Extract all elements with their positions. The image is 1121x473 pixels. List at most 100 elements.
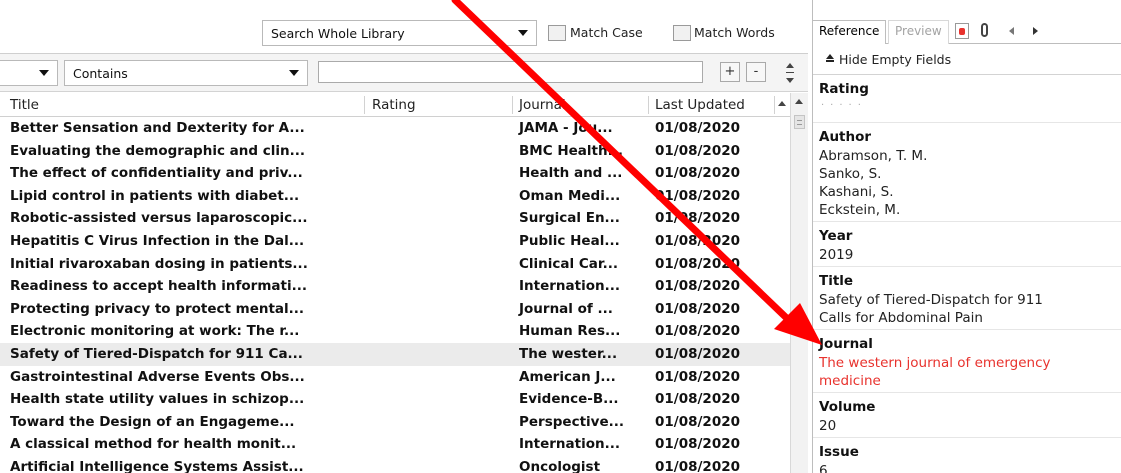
table-row[interactable]: Better Sensation and Dexterity for A... J… [0, 117, 790, 140]
row-journal: JAMA - Jou... [519, 120, 613, 136]
row-journal: The wester... [519, 345, 618, 362]
row-journal: Human Res... [519, 323, 621, 340]
row-title: A classical method for health monit... [10, 436, 297, 453]
row-title: Better Sensation and Dexterity for A... [10, 120, 305, 136]
chevron-right-icon[interactable] [1033, 27, 1038, 35]
column-header-last-updated[interactable]: Last Updated [655, 97, 745, 113]
row-last-updated: 01/08/2020 [655, 120, 741, 136]
row-title: Health state utility values in schizop..… [10, 391, 305, 408]
chevron-down-icon [289, 70, 299, 76]
search-criteria-row: Contains + - [0, 54, 808, 92]
row-journal: Internation... [519, 278, 620, 295]
field-dropdown[interactable] [0, 60, 58, 86]
scroll-up-icon[interactable] [795, 99, 803, 104]
row-journal: Health and ... [519, 165, 623, 182]
row-last-updated: 01/08/2020 [655, 232, 741, 249]
hide-empty-fields-label: Hide Empty Fields [839, 52, 952, 67]
row-last-updated: 01/08/2020 [655, 368, 741, 385]
author-value[interactable]: Eckstein, M. [813, 201, 1121, 219]
journal-value-line[interactable]: medicine [813, 372, 1121, 390]
column-header-title[interactable]: Title [10, 97, 39, 113]
row-title: Protecting privacy to protect mental... [10, 300, 305, 317]
journal-label: Journal [819, 336, 873, 352]
table-body: Better Sensation and Dexterity for A... J… [0, 117, 790, 473]
match-words-label: Match Words [694, 25, 775, 40]
year-value[interactable]: 2019 [813, 246, 1121, 264]
collapse-up-icon [826, 54, 834, 62]
table-row[interactable]: Electronic monitoring at work: The r... H… [0, 320, 790, 343]
criteria-scroll-icon[interactable] [784, 60, 796, 86]
match-case-label: Match Case [570, 25, 643, 40]
table-row[interactable]: Hepatitis C Virus Infection in the Dal..… [0, 230, 790, 253]
table-row[interactable]: Robotic-assisted versus laparoscopic... S… [0, 207, 790, 230]
issue-label: Issue [819, 444, 859, 460]
table-row[interactable]: Gastrointestinal Adverse Events Obs... Am… [0, 366, 790, 389]
rating-stars[interactable]: ····· [813, 99, 1121, 117]
row-title: Electronic monitoring at work: The r... [10, 323, 300, 340]
row-last-updated: 01/08/2020 [655, 300, 741, 317]
add-criteria-button[interactable]: + [720, 62, 740, 82]
row-title: Safety of Tiered-Dispatch for 911 Ca... [10, 345, 303, 362]
row-title: Evaluating the demographic and clin... [10, 142, 305, 159]
row-journal: Clinical Car... [519, 255, 618, 272]
table-row[interactable]: Toward the Design of an Engageme... Persp… [0, 411, 790, 434]
year-label: Year [819, 228, 853, 244]
table-row[interactable]: Safety of Tiered-Dispatch for 911 Ca... T… [0, 342, 790, 366]
column-header-rating[interactable]: Rating [372, 97, 416, 113]
table-row[interactable]: Readiness to accept health informati... I… [0, 275, 790, 298]
journal-value-line[interactable]: The western journal of emergency [813, 354, 1121, 372]
chevron-down-icon [39, 70, 49, 76]
row-title: Readiness to accept health informati... [10, 278, 307, 295]
row-journal: Perspective... [519, 413, 624, 430]
match-words-checkbox[interactable] [673, 25, 691, 41]
issue-value[interactable]: 6 [813, 462, 1121, 473]
paperclip-icon[interactable] [981, 23, 988, 37]
chevron-left-icon[interactable] [1009, 27, 1014, 35]
row-last-updated: 01/08/2020 [655, 165, 741, 182]
table-row[interactable]: Artificial Intelligence Systems Assist..… [0, 456, 790, 473]
match-case-checkbox[interactable] [548, 25, 566, 41]
table-row[interactable]: Lipid control in patients with diabet...… [0, 185, 790, 208]
row-last-updated: 01/08/2020 [655, 210, 741, 227]
row-last-updated: 01/08/2020 [655, 323, 741, 340]
table-row[interactable]: Evaluating the demographic and clin... BM… [0, 140, 790, 163]
row-last-updated: 01/08/2020 [655, 413, 741, 430]
title-label: Title [819, 273, 854, 289]
table-row[interactable]: A classical method for health monit... In… [0, 433, 790, 456]
row-title: Gastrointestinal Adverse Events Obs... [10, 368, 305, 385]
author-value[interactable]: Kashani, S. [813, 183, 1121, 201]
remove-criteria-button[interactable]: - [746, 62, 766, 82]
scroll-thumb[interactable] [794, 115, 805, 129]
operator-dropdown[interactable]: Contains [64, 60, 308, 86]
pdf-icon[interactable] [955, 23, 969, 39]
table-scrollbar[interactable] [790, 93, 808, 473]
reference-fields: Rating ····· Author Abramson, T. M. Sank… [813, 74, 1121, 473]
row-last-updated: 01/08/2020 [655, 255, 741, 272]
title-value-line[interactable]: Safety of Tiered-Dispatch for 911 [813, 291, 1121, 309]
table-row[interactable]: Initial rivaroxaban dosing in patients..… [0, 253, 790, 276]
search-toolbar: Search Whole Library Match Case Match Wo… [0, 10, 808, 54]
title-value-line[interactable]: Calls for Abdominal Pain [813, 309, 1121, 327]
tab-reference[interactable]: Reference [813, 20, 887, 44]
table-row[interactable]: Health state utility values in schizop..… [0, 388, 790, 411]
table-row[interactable]: The effect of confidentiality and priv..… [0, 162, 790, 185]
row-journal: Evidence-B... [519, 391, 619, 408]
author-value[interactable]: Abramson, T. M. [813, 147, 1121, 165]
search-scope-dropdown[interactable]: Search Whole Library [262, 20, 537, 46]
hide-empty-fields-button[interactable]: Hide Empty Fields [819, 48, 1109, 72]
row-title: The effect of confidentiality and priv..… [10, 165, 303, 182]
table-row[interactable]: Protecting privacy to protect mental... J… [0, 298, 790, 321]
volume-value[interactable]: 20 [813, 417, 1121, 435]
table-header: Title Rating Journal Last Updated [0, 93, 790, 117]
column-header-journal[interactable]: Journal [519, 97, 566, 113]
operator-label: Contains [73, 66, 128, 81]
search-input[interactable] [318, 61, 703, 83]
row-title: Artificial Intelligence Systems Assist..… [10, 458, 304, 473]
tab-preview[interactable]: Preview [888, 20, 949, 44]
rating-label: Rating [819, 81, 869, 97]
row-last-updated: 01/08/2020 [655, 345, 741, 362]
row-journal: Internation... [519, 436, 620, 453]
row-journal: Public Heal... [519, 232, 620, 249]
author-value[interactable]: Sanko, S. [813, 165, 1121, 183]
row-title: Hepatitis C Virus Infection in the Dal..… [10, 232, 305, 249]
